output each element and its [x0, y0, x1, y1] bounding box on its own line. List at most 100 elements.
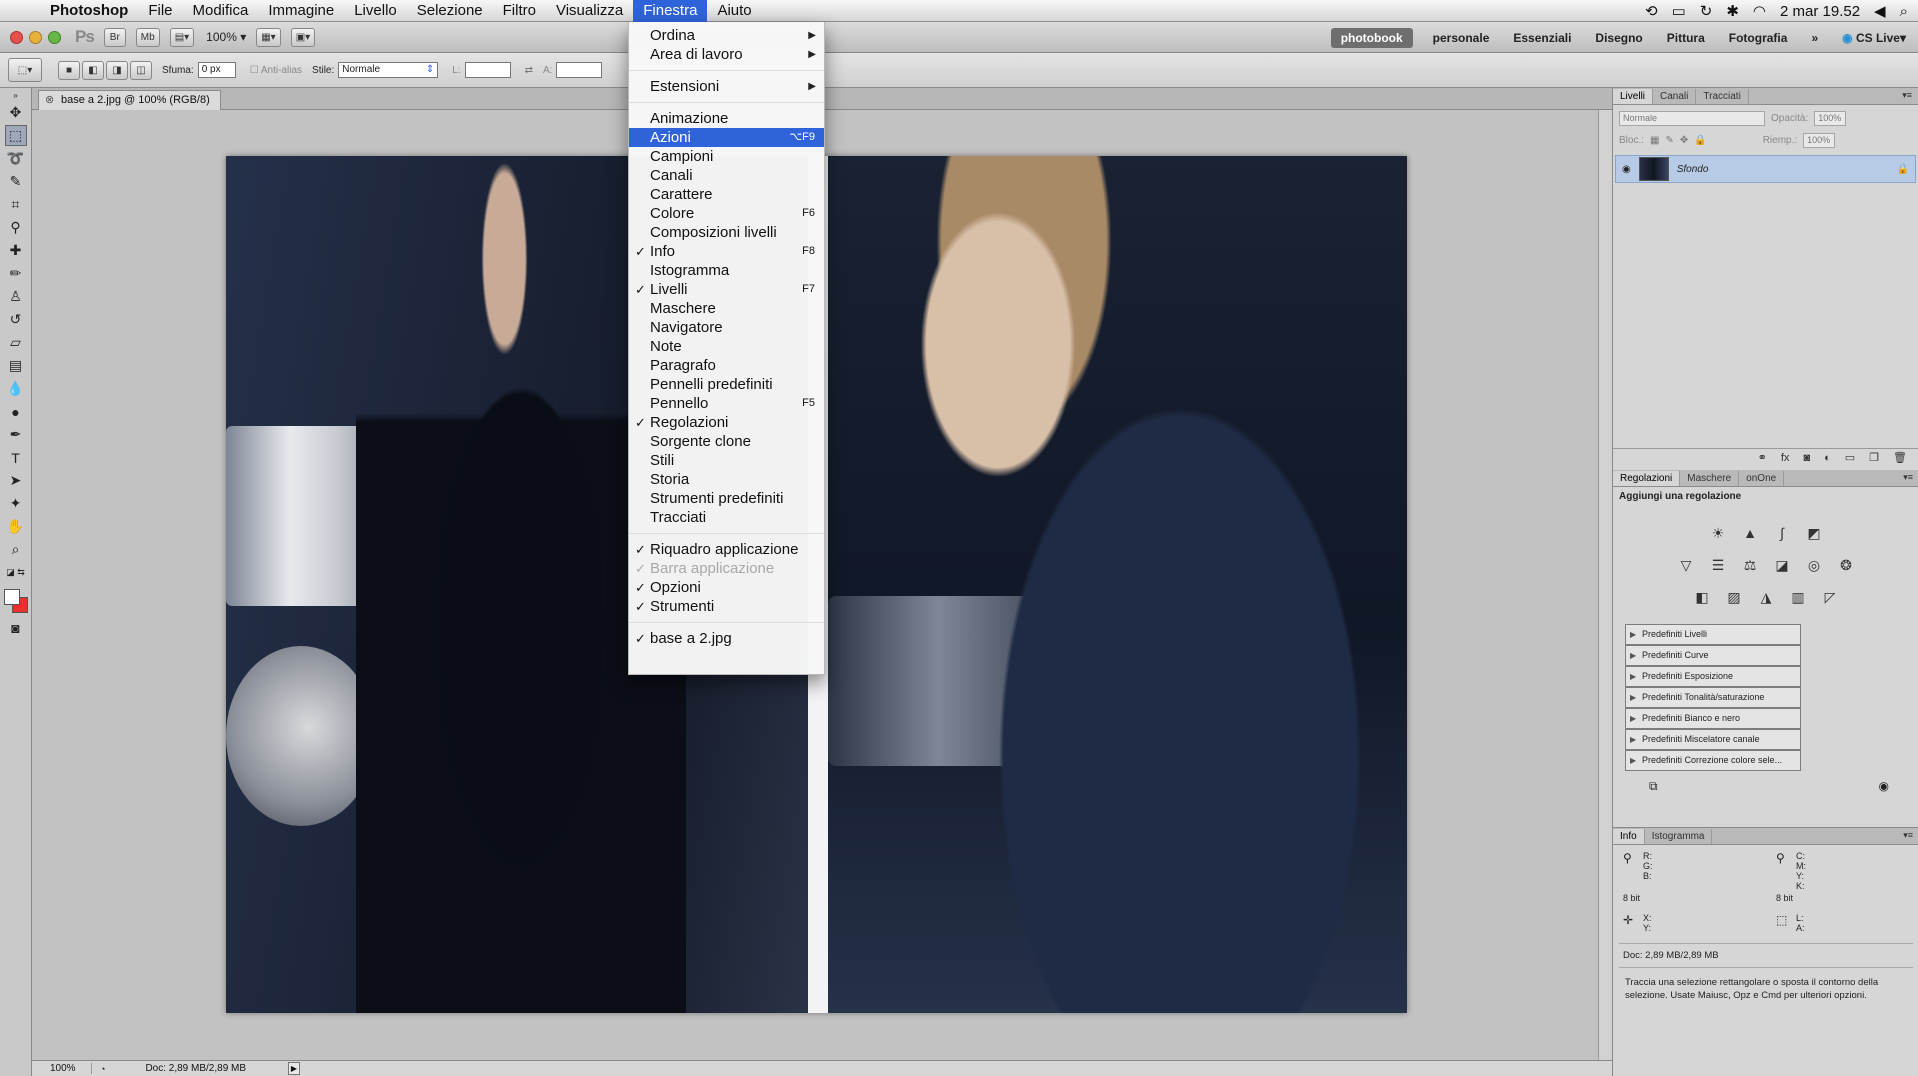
menu-item-storia[interactable]: Storia — [629, 470, 824, 489]
selection-mode-intersect[interactable]: ◫ — [130, 60, 152, 80]
gradient-tool-icon[interactable]: ▤ — [5, 355, 27, 376]
crop-tool-icon[interactable]: ⌗ — [5, 194, 27, 215]
preset-correzione-colore[interactable]: Predefiniti Correzione colore sele... — [1625, 750, 1801, 771]
tab-info[interactable]: Info — [1613, 829, 1645, 844]
workspace-personale[interactable]: personale — [1421, 31, 1502, 45]
clone-stamp-tool-icon[interactable]: ♙ — [5, 286, 27, 307]
display-icon[interactable]: ▭ — [1672, 2, 1686, 20]
menu-filtro[interactable]: Filtro — [493, 0, 546, 22]
channel-mixer-icon[interactable]: ❂ — [1835, 554, 1857, 576]
blur-tool-icon[interactable]: 💧 — [5, 378, 27, 399]
menu-item-note[interactable]: Note — [629, 337, 824, 356]
posterize-icon[interactable]: ▨ — [1723, 586, 1745, 608]
menu-item-livelli[interactable]: ✓ Livelli F7 — [629, 280, 824, 299]
menu-item-estensioni[interactable]: Estensioni ▶ — [629, 77, 824, 96]
menu-app[interactable]: Photoshop — [40, 0, 138, 22]
preset-livelli[interactable]: Predefiniti Livelli — [1625, 624, 1801, 645]
tab-maschere[interactable]: Maschere — [1680, 471, 1740, 486]
menu-item-carattere[interactable]: Carattere — [629, 185, 824, 204]
workspace-disegno[interactable]: Disegno — [1583, 31, 1654, 45]
history-brush-tool-icon[interactable]: ↺ — [5, 309, 27, 330]
menu-finestra[interactable]: Finestra — [633, 0, 708, 22]
layer-visibility-eye-icon[interactable]: ◉ — [1622, 164, 1631, 175]
selective-color-icon[interactable]: ◸ — [1819, 586, 1841, 608]
style-select[interactable]: Normale ⇕ — [338, 62, 439, 78]
foreground-color-swatch[interactable] — [4, 589, 20, 605]
zoom-level-select[interactable]: 100% ▾ — [206, 30, 246, 44]
eraser-tool-icon[interactable]: ▱ — [5, 332, 27, 353]
color-balance-icon[interactable]: ⚖ — [1739, 554, 1761, 576]
layers-panel-menu-icon[interactable]: ▾≡ — [1902, 90, 1912, 101]
menu-visualizza[interactable]: Visualizza — [546, 0, 633, 22]
bridge-button[interactable]: Br — [103, 27, 126, 47]
layer-row-sfondo[interactable]: ◉ Sfondo 🔒 — [1615, 155, 1916, 183]
document-tab[interactable]: ⊗ base a 2.jpg @ 100% (RGB/8) — [38, 90, 221, 110]
menu-immagine[interactable]: Immagine — [258, 0, 344, 22]
cs-live-button[interactable]: ◉ CS Live▾ — [1830, 31, 1918, 45]
menu-livello[interactable]: Livello — [344, 0, 407, 22]
selection-mode-subtract[interactable]: ◨ — [106, 60, 128, 80]
add-mask-icon[interactable]: ◙ — [1803, 452, 1810, 464]
workspace-pittura[interactable]: Pittura — [1655, 31, 1717, 45]
link-layers-icon[interactable]: ⚭ — [1758, 451, 1767, 464]
sync-icon[interactable]: ↻ — [1700, 2, 1713, 20]
view-extras-button[interactable]: ▤▾ — [169, 27, 195, 47]
tool-preset-picker[interactable]: ⬚▾ — [8, 58, 42, 82]
layer-style-fx-icon[interactable]: fx — [1781, 452, 1790, 464]
status-info-icon[interactable]: ◔ — [100, 1064, 105, 1074]
move-tool-icon[interactable]: ✥ — [5, 102, 27, 123]
exposure-icon[interactable]: ◩ — [1803, 522, 1825, 544]
status-menu-arrow-icon[interactable]: ▶ — [288, 1062, 300, 1075]
menu-item-pennello[interactable]: Pennello F5 — [629, 394, 824, 413]
menu-item-opzioni[interactable]: ✓ Opzioni — [629, 578, 824, 597]
menu-item-strumenti-predefiniti[interactable]: Strumenti predefiniti — [629, 489, 824, 508]
close-document-icon[interactable]: ⊗ — [45, 91, 54, 109]
workspace-fotografia[interactable]: Fotografia — [1717, 31, 1800, 45]
menu-item-ordina[interactable]: Ordina ▶ — [629, 26, 824, 45]
curves-icon[interactable]: ∫ — [1771, 522, 1793, 544]
selection-mode-new[interactable]: ■ — [58, 60, 80, 80]
preset-tonalita-saturazione[interactable]: Predefiniti Tonalità/saturazione — [1625, 687, 1801, 708]
lock-image-icon[interactable]: ✎ — [1665, 135, 1673, 146]
close-window-icon[interactable] — [10, 30, 23, 44]
clock[interactable]: 2 mar 19.52 — [1780, 3, 1860, 20]
workspace-essenziali[interactable]: Essenziali — [1501, 31, 1583, 45]
custom-shape-tool-icon[interactable]: ✦ — [5, 493, 27, 514]
new-group-icon[interactable]: ▭ — [1845, 451, 1855, 464]
bluetooth-icon[interactable]: ✱ — [1726, 2, 1739, 20]
lock-all-icon[interactable]: 🔒 — [1694, 135, 1706, 146]
quick-selection-tool-icon[interactable]: ✎ — [5, 171, 27, 192]
swap-dimensions-icon[interactable]: ⇄ — [525, 65, 533, 76]
fill-input[interactable]: 100% — [1803, 132, 1836, 148]
new-adjustment-icon[interactable]: ◐ — [1824, 452, 1831, 464]
gradient-map-icon[interactable]: ▥ — [1787, 586, 1809, 608]
tab-tracciati[interactable]: Tracciati — [1696, 89, 1749, 104]
type-tool-icon[interactable]: T — [5, 447, 27, 468]
height-input[interactable] — [556, 62, 603, 78]
default-colors-icon[interactable]: ◪ ⇆ — [5, 562, 27, 583]
threshold-icon[interactable]: ◮ — [1755, 586, 1777, 608]
status-zoom[interactable]: 100% — [32, 1063, 92, 1074]
selection-mode-add[interactable]: ◧ — [82, 60, 104, 80]
menu-modifica[interactable]: Modifica — [183, 0, 259, 22]
dodge-tool-icon[interactable]: ● — [5, 401, 27, 422]
menu-item-tracciati[interactable]: Tracciati — [629, 508, 824, 527]
lasso-tool-icon[interactable]: ➰ — [5, 148, 27, 169]
menu-item-maschere[interactable]: Maschere — [629, 299, 824, 318]
volume-icon[interactable]: ◀ — [1874, 2, 1886, 20]
brush-tool-icon[interactable]: ✏ — [5, 263, 27, 284]
menu-item-stili[interactable]: Stili — [629, 451, 824, 470]
menu-item-paragrafo[interactable]: Paragrafo — [629, 356, 824, 375]
black-white-icon[interactable]: ◪ — [1771, 554, 1793, 576]
screen-mode-button[interactable]: ▣▾ — [290, 27, 316, 47]
pen-tool-icon[interactable]: ✒ — [5, 424, 27, 445]
width-input[interactable] — [464, 62, 511, 78]
rectangular-marquee-tool-icon[interactable]: ⬚ — [4, 125, 27, 146]
tab-istogramma[interactable]: Istogramma — [1645, 829, 1713, 844]
lock-position-icon[interactable]: ✥ — [1680, 135, 1688, 146]
menu-item-riquadro-applicazione[interactable]: ✓ Riquadro applicazione — [629, 540, 824, 559]
delete-layer-icon[interactable]: 🗑 — [1893, 451, 1907, 464]
blend-mode-select[interactable]: Normale — [1619, 110, 1765, 126]
spotlight-search-icon[interactable]: ⌕ — [1900, 3, 1908, 20]
brightness-contrast-icon[interactable]: ☀ — [1707, 522, 1729, 544]
